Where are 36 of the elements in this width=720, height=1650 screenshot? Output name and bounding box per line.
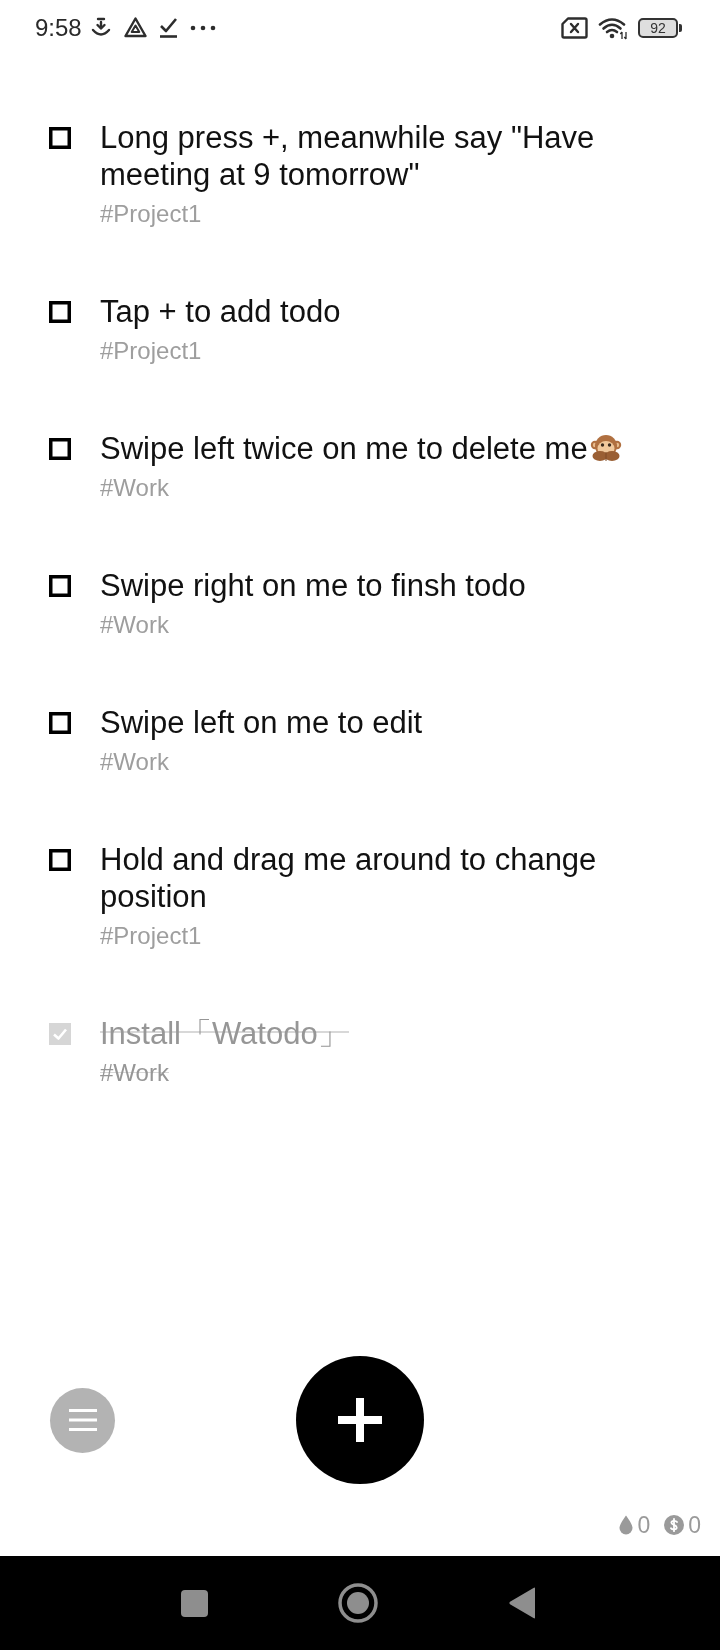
checkbox[interactable] bbox=[49, 1022, 71, 1045]
todo-title: Swipe left on me to edit bbox=[100, 705, 423, 740]
stat-count: 0 bbox=[688, 1512, 701, 1538]
todo-title: Swipe right on me to finsh todo bbox=[100, 568, 526, 603]
checkbox[interactable] bbox=[49, 848, 71, 871]
status-time: 9:58 bbox=[35, 13, 82, 42]
todo-tag: #Work bbox=[100, 741, 169, 782]
checkbox[interactable] bbox=[49, 300, 71, 323]
back-icon[interactable] bbox=[508, 1587, 536, 1619]
dollar-coin-icon bbox=[664, 1515, 685, 1535]
checkbox[interactable] bbox=[49, 437, 71, 460]
drop-icon bbox=[619, 1515, 634, 1535]
menu-icon bbox=[68, 1409, 97, 1431]
plus-icon bbox=[338, 1398, 382, 1442]
todo-tag: #Work bbox=[100, 467, 169, 508]
home-icon[interactable] bbox=[338, 1583, 378, 1623]
todo-tag: #Project1 bbox=[100, 193, 202, 234]
square-icon[interactable] bbox=[181, 1589, 208, 1617]
triangle-icon bbox=[123, 17, 147, 38]
checkbox[interactable] bbox=[49, 126, 71, 149]
todo-tag: #Project1 bbox=[100, 915, 202, 956]
todo-tag: #Project1 bbox=[100, 330, 202, 371]
checkbox[interactable] bbox=[49, 711, 71, 734]
todo-title: Long press +, meanwhile say "Have meeting at 9 tomorrow" bbox=[100, 120, 595, 192]
todo-title: Tap + to add todo bbox=[100, 294, 341, 329]
todo-title: Hold and drag me around to change position bbox=[100, 842, 597, 914]
wifi-icon bbox=[598, 15, 628, 40]
no-sim-icon bbox=[561, 16, 588, 39]
more-icon bbox=[189, 24, 216, 31]
todo-tag: #Work bbox=[100, 604, 169, 645]
checkbox[interactable] bbox=[49, 574, 71, 597]
download-icon bbox=[89, 16, 112, 39]
stat-count: 0 bbox=[637, 1512, 651, 1538]
todo-title: Swipe left twice on me to delete me bbox=[100, 431, 588, 466]
battery-percent: 92 bbox=[650, 19, 666, 36]
checkmark-icon bbox=[158, 17, 178, 38]
